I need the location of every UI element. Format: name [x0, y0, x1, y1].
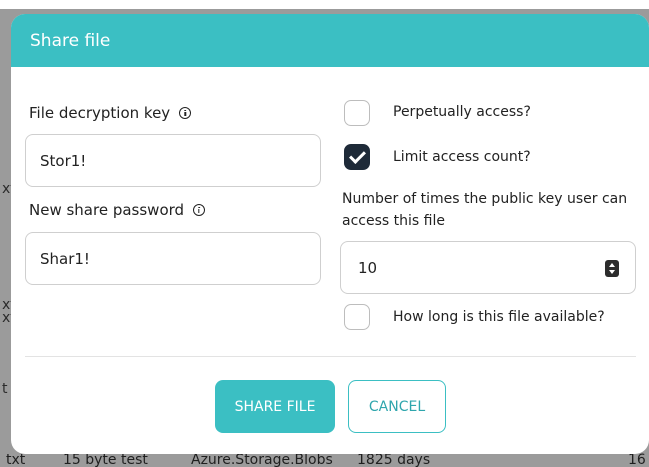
perpetual-access-checkbox[interactable]: [344, 100, 370, 126]
decryption-key-label-text: File decryption key: [29, 104, 171, 122]
limit-access-count-label: Limit access count?: [393, 149, 531, 165]
share-password-label: New share password: [29, 201, 206, 219]
perpetual-access-label: Perpetually access?: [393, 104, 531, 120]
modal-header: Share file: [11, 14, 649, 67]
info-icon[interactable]: [179, 107, 192, 119]
background-cell-duration: 1825 days: [357, 452, 431, 467]
background-cell-count: 16: [628, 452, 646, 467]
share-password-label-text: New share password: [29, 201, 185, 219]
modal-title: Share file: [30, 30, 111, 51]
stepper-arrows-icon[interactable]: [605, 260, 619, 277]
background-cell-description: 15 byte test: [63, 452, 148, 467]
decryption-key-input[interactable]: Stor1!: [25, 134, 321, 187]
share-password-input[interactable]: Shar1!: [25, 232, 321, 285]
availability-label: How long is this file available?: [393, 309, 605, 325]
share-password-value: Shar1!: [40, 249, 90, 268]
limit-access-count-checkbox[interactable]: [344, 144, 370, 170]
background-cell-name: txt: [6, 452, 26, 467]
share-file-button[interactable]: SHARE FILE: [215, 380, 335, 433]
access-count-value: 10: [358, 258, 378, 277]
background-cell-type: Azure.Storage.Blobs: [191, 452, 333, 467]
divider: [25, 356, 636, 357]
decryption-key-value: Stor1!: [40, 151, 87, 170]
decryption-key-label: File decryption key: [29, 104, 192, 122]
availability-checkbox[interactable]: [344, 304, 370, 330]
access-count-label: Number of times the public key user can …: [342, 191, 628, 229]
cancel-button[interactable]: CANCEL: [348, 380, 446, 433]
background-cell-fragment: t: [2, 381, 8, 397]
share-file-modal: Share file File decryption key Stor1! Ne…: [11, 14, 649, 454]
background-top-strip: [0, 0, 649, 9]
access-count-input[interactable]: 10: [340, 241, 636, 294]
info-icon[interactable]: [193, 204, 206, 216]
